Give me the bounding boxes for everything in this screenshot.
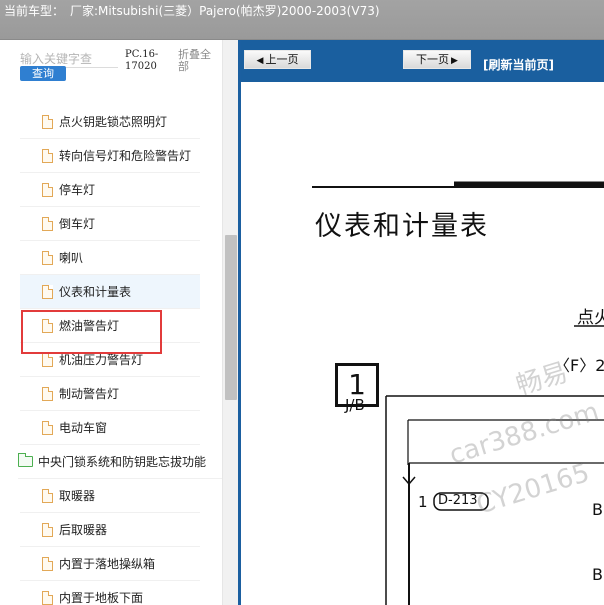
page-nav-bar: ◀ 上一页 下一页 ▶ [刷新当前页] [241,40,604,82]
tree-item[interactable]: 电动车窗 [20,411,200,445]
document-icon [42,386,53,401]
arrow-left-icon: ◀ [256,56,264,66]
tree-folder[interactable]: 中央门锁系统和防钥匙忘拔功能 [18,445,222,479]
document-viewer[interactable]: 仪表和计量表 1 点火 〈F〉2L J/B 1 D-213 B B 畅易 car… [241,82,604,605]
tree-item-label: 转向信号灯和危险警告灯 [59,149,192,163]
document-icon [42,420,53,435]
tree-item-label: 点火钥匙锁芯照明灯 [59,115,168,129]
prev-page-label: 上一页 [265,53,299,66]
tree-item-label: 后取暖器 [59,523,108,537]
tree-item-label: 倒车灯 [59,217,96,231]
tree-folder-label: 中央门锁系统和防钥匙忘拔功能 [38,455,207,469]
document-icon [42,590,53,605]
document-panel: ◀上一页 下一页▶ [刷新当前页] 仪表和计量表 1 点火 〈F〉2L J/B … [238,40,604,605]
tree-item[interactable]: 内置于落地操纵箱 [20,547,200,581]
tree-item[interactable]: 燃油警告灯 [20,309,200,343]
tree-item[interactable]: 点火钥匙锁芯照明灯 [20,105,200,139]
document-icon [42,216,53,231]
document-icon [42,148,53,163]
label-ignition: 点火 [577,308,604,328]
document-icon [42,488,53,503]
document-icon [42,284,53,299]
vehicle-info: 当前车型： 厂家:Mitsubishi(三菱）Pajero(帕杰罗)2000-20… [4,2,380,19]
tree-item-label: 制动警告灯 [59,387,120,401]
query-button[interactable]: 查询 [20,66,66,81]
tree-item[interactable]: 后取暖器 [20,513,200,547]
folder-icon [18,453,33,467]
search-area: 查询 PC.16-17020 折叠全部 [0,40,238,84]
tree-item-label: 燃油警告灯 [59,319,120,333]
document-icon [42,182,53,197]
manufacturer-text: 厂家:Mitsubishi(三菱）Pajero(帕杰罗)2000-2003(V7… [70,4,380,18]
tree-item-label: 喇叭 [59,251,84,265]
label-b-lower: B [592,565,603,584]
tree-item[interactable]: 制动警告灯 [20,377,200,411]
tree-item[interactable]: 取暖器 [20,479,200,513]
prev-page-button[interactable]: ◀ 上一页 [244,50,311,69]
label-b-upper: B [592,500,603,519]
label-jb: J/B [345,396,365,414]
document-icon [42,522,53,537]
tree-item-label: 取暖器 [59,489,96,503]
vehicle-label: 当前车型： [4,4,65,18]
document-icon [42,556,53,571]
tree-item-label: 内置于地板下面 [59,591,144,605]
document-icon [42,250,53,265]
collapse-all-button[interactable]: 折叠全部 [178,49,218,73]
tree-item-label: 内置于落地操纵箱 [59,557,156,571]
label-connector-id: D-213 [438,493,478,508]
tree-item[interactable]: 转向信号灯和危险警告灯 [20,139,200,173]
tree-item[interactable]: 喇叭 [20,241,200,275]
document-icon [42,352,53,367]
pc-code: PC.16-17020 [125,49,159,72]
document-icon [42,318,53,333]
next-page-label: 下一页 [416,53,450,66]
tree-item-label: 电动车窗 [59,421,108,435]
tree-list: 点火钥匙锁芯照明灯 转向信号灯和危险警告灯 停车灯 倒车灯 喇叭 仪表和计量表 … [0,84,222,605]
document-title: 仪表和计量表 [315,211,489,242]
scrollbar-thumb[interactable] [225,235,237,400]
arrow-right-icon: ▶ [451,56,458,66]
tree-item-label: 机油压力警告灯 [59,353,144,367]
refresh-page-link[interactable]: [刷新当前页] [483,56,554,73]
label-connector-number: 1 [418,493,428,511]
tree-item[interactable]: 停车灯 [20,173,200,207]
wiring-diagram [312,181,604,605]
left-panel: 查询 PC.16-17020 折叠全部 点火钥匙锁芯照明灯 转向信号灯和危险警告… [0,40,238,605]
sidebar-scrollbar[interactable] [222,40,238,605]
tree-item[interactable]: 机油压力警告灯 [20,343,200,377]
tree-item-selected[interactable]: 仪表和计量表 [20,275,200,309]
tree-item-label: 停车灯 [59,183,96,197]
tree-item[interactable]: 内置于地板下面 [20,581,200,605]
document-icon [42,114,53,129]
tree-item-label: 仪表和计量表 [59,285,132,299]
next-page-button[interactable]: 下一页 ▶ [403,50,471,69]
tree-item[interactable]: 倒车灯 [20,207,200,241]
top-header: 当前车型： 厂家:Mitsubishi(三菱）Pajero(帕杰罗)2000-20… [0,0,604,40]
